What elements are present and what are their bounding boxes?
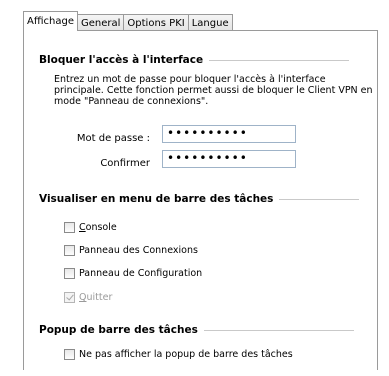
confirm-label: Confirmer — [100, 158, 150, 169]
panneau-connexions-label: Panneau des Connexions — [79, 245, 198, 256]
lock-group-title: Bloquer l'accès à l'interface — [39, 54, 350, 66]
no-popup-label: Ne pas afficher la popup de barre des tâ… — [79, 349, 293, 360]
lock-group-divider — [209, 59, 350, 61]
no-popup-checkbox[interactable] — [64, 349, 75, 360]
panneau-connexions-checkbox[interactable] — [64, 245, 75, 256]
tab-panel: Bloquer l'accès à l'interface Entrez un … — [23, 30, 378, 370]
popup-group-title: Popup de barre des tâches — [39, 324, 354, 336]
checkbox-console[interactable]: Console — [64, 222, 117, 233]
lock-description: Entrez un mot de passe pour bloquer l'ac… — [54, 74, 373, 107]
quitter-checkbox[interactable] — [64, 292, 75, 303]
panneau-configuration-label: Panneau de Configuration — [79, 268, 203, 279]
popup-group-divider — [203, 329, 354, 331]
confirm-password-input[interactable]: •••••••••• — [162, 150, 296, 168]
tab-affichage[interactable]: Affichage — [23, 11, 78, 31]
console-label: Console — [79, 222, 117, 233]
tab-bar: Affichage General Options PKI Langue — [23, 11, 233, 31]
panneau-configuration-checkbox[interactable] — [64, 268, 75, 279]
taskbar-group-title: Visualiser en menu de barre des tâches — [39, 193, 360, 205]
quitter-label: Quitter — [79, 292, 113, 303]
password-input[interactable]: •••••••••• — [162, 125, 296, 143]
checkbox-quitter[interactable]: Quitter — [64, 292, 112, 303]
checkbox-panneau-configuration[interactable]: Panneau de Configuration — [64, 268, 202, 279]
taskbar-group-divider — [279, 198, 360, 200]
tab-general[interactable]: General — [76, 14, 125, 31]
tab-options-pki[interactable]: Options PKI — [123, 14, 189, 31]
checkbox-no-popup[interactable]: Ne pas afficher la popup de barre des tâ… — [64, 349, 293, 360]
taskbar-group-title-text: Visualiser en menu de barre des tâches — [39, 193, 274, 205]
lock-group-title-text: Bloquer l'accès à l'interface — [39, 54, 204, 66]
popup-group-title-text: Popup de barre des tâches — [39, 324, 198, 336]
console-checkbox[interactable] — [64, 222, 75, 233]
password-label: Mot de passe : — [76, 133, 150, 144]
tab-langue[interactable]: Langue — [187, 14, 233, 31]
checkbox-panneau-connexions[interactable]: Panneau des Connexions — [64, 245, 198, 256]
